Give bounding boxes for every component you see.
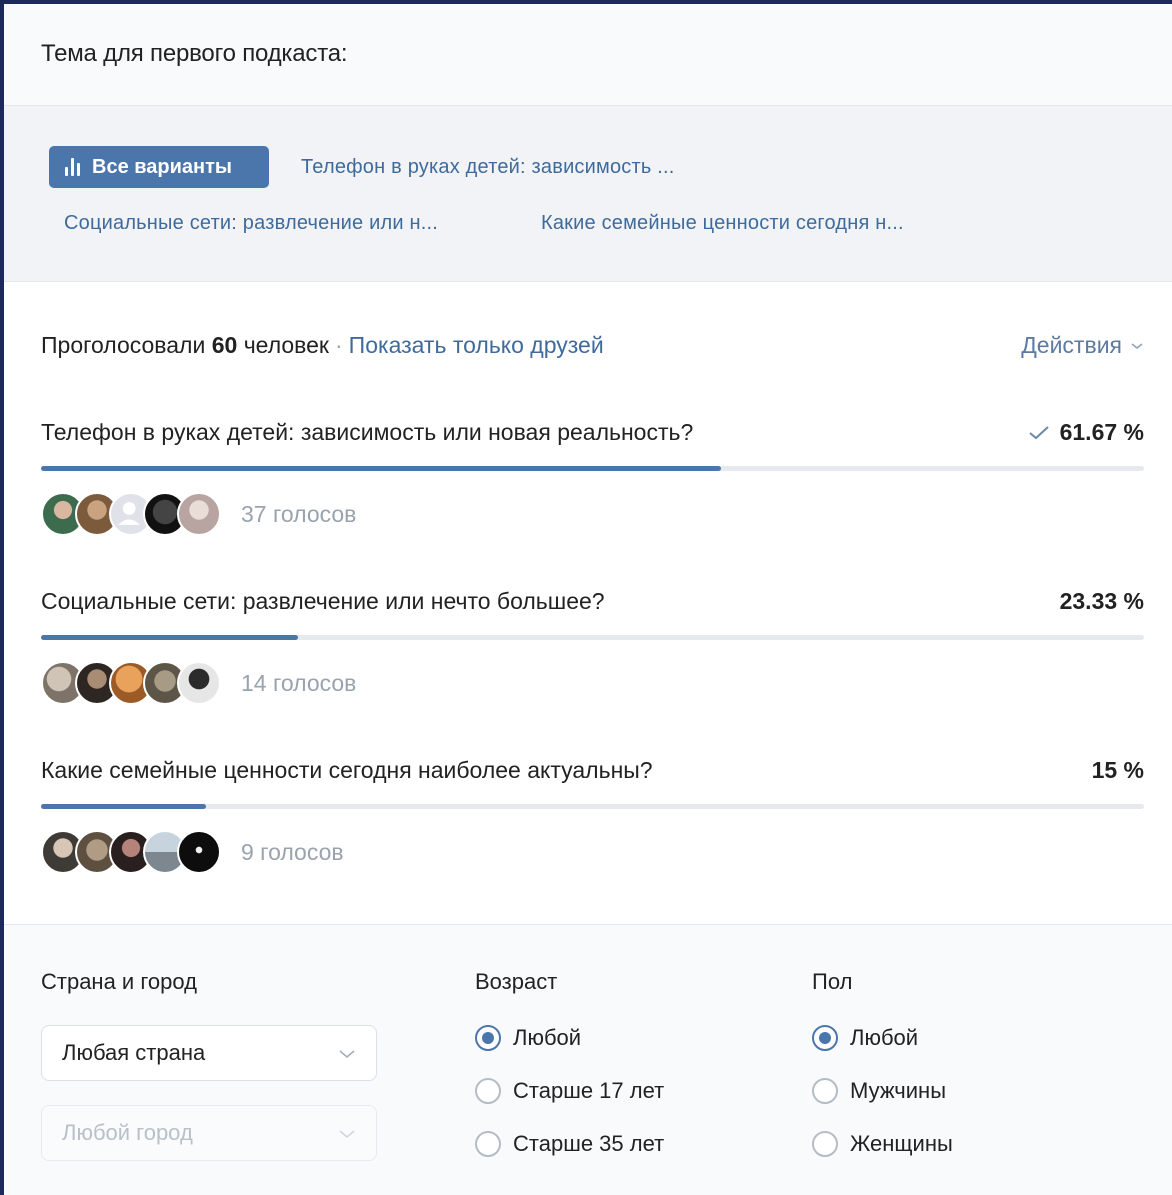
radio-empty-icon — [812, 1078, 838, 1104]
voters-count: 60 — [211, 332, 238, 358]
votes-count[interactable]: 37 голосов — [241, 501, 356, 528]
gender-option-label: Женщины — [850, 1131, 953, 1156]
radio-selected-icon — [812, 1025, 838, 1051]
filters-panel: Страна и город Возраст Пол Любая страна … — [4, 924, 1172, 1195]
summary-prefix: Проголосовали — [41, 332, 206, 358]
avatar[interactable] — [177, 492, 221, 536]
option-label: Какие семейные ценности сегодня наиболее… — [41, 757, 653, 783]
summary-suffix: человек — [243, 332, 329, 358]
option-percent: 23.33 % — [1060, 588, 1144, 615]
progress-track — [41, 466, 1144, 471]
age-radio-17[interactable]: Старше 17 лет — [475, 1078, 664, 1104]
progress-fill — [41, 635, 299, 640]
gender-radio-male[interactable]: Мужчины — [812, 1078, 946, 1104]
progress-fill — [41, 466, 722, 471]
chevron-down-icon — [339, 1050, 355, 1059]
country-select[interactable]: Любая страна — [41, 1025, 377, 1081]
age-option-label: Старше 35 лет — [513, 1131, 665, 1156]
voter-avatars[interactable]: 37 голосов — [41, 492, 356, 536]
age-radio-any[interactable]: Любой — [475, 1025, 581, 1051]
age-option-label: Старше 17 лет — [513, 1078, 665, 1103]
tab-all-options[interactable]: Все варианты — [49, 146, 269, 188]
option-tabs: Все варианты Телефон в руках детей: зави… — [4, 106, 1172, 282]
bar-chart-icon — [65, 158, 80, 176]
location-heading: Страна и город — [41, 969, 197, 994]
option-percent: 61.67 % — [1028, 419, 1144, 446]
poll-card: Тема для первого подкаста: Все варианты … — [0, 0, 1172, 1195]
check-icon — [1028, 425, 1049, 439]
radio-empty-icon — [475, 1078, 501, 1104]
tab-option-1[interactable]: Телефон в руках детей: зависимость ... — [301, 156, 675, 179]
votes-summary: Проголосовали 60 человек · Показать только… — [41, 332, 604, 359]
gender-radio-any[interactable]: Любой — [812, 1025, 918, 1051]
tab-option-2[interactable]: Социальные сети: развлечение или н... — [64, 212, 438, 235]
voter-avatars[interactable]: 14 голосов — [41, 661, 356, 705]
option-percent: 15 % — [1092, 757, 1144, 784]
poll-title: Тема для первого подкаста: — [41, 40, 348, 67]
chevron-down-icon — [339, 1130, 355, 1139]
actions-dropdown[interactable]: Действия — [1021, 332, 1144, 359]
gender-option-label: Мужчины — [850, 1078, 947, 1103]
show-friends-link[interactable]: Показать только друзей — [349, 332, 604, 358]
radio-empty-icon — [475, 1131, 501, 1157]
gender-option-label: Любой — [850, 1025, 919, 1050]
option-percent-value: 23.33 % — [1059, 588, 1144, 614]
tab-option-3[interactable]: Какие семейные ценности сегодня н... — [541, 212, 904, 235]
votes-count[interactable]: 14 голосов — [241, 670, 356, 697]
option-percent-value: 15 % — [1091, 757, 1144, 783]
city-select[interactable]: Любой город — [41, 1105, 377, 1161]
avatar[interactable] — [177, 661, 221, 705]
chevron-down-icon — [1131, 342, 1143, 349]
poll-header: Тема для первого подкаста: — [4, 4, 1172, 106]
votes-count[interactable]: 9 голосов — [241, 839, 344, 866]
city-value: Любой город — [62, 1120, 193, 1145]
separator-dot: · — [335, 332, 343, 358]
age-radio-35[interactable]: Старше 35 лет — [475, 1131, 664, 1157]
age-heading: Возраст — [475, 969, 558, 994]
radio-empty-icon — [812, 1131, 838, 1157]
country-value: Любая страна — [62, 1040, 206, 1065]
gender-heading: Пол — [812, 969, 853, 994]
avatar[interactable] — [177, 830, 221, 874]
progress-track — [41, 804, 1144, 809]
option-percent-value: 61.67 % — [1059, 419, 1144, 445]
radio-selected-icon — [475, 1025, 501, 1051]
option-label: Телефон в руках детей: зависимость или н… — [41, 419, 694, 445]
actions-label: Действия — [1021, 332, 1122, 358]
voter-avatars[interactable]: 9 голосов — [41, 830, 344, 874]
tab-all-label: Все варианты — [92, 155, 232, 178]
progress-track — [41, 635, 1144, 640]
gender-radio-female[interactable]: Женщины — [812, 1131, 953, 1157]
age-option-label: Любой — [513, 1025, 582, 1050]
option-label: Социальные сети: развлечение или нечто б… — [41, 588, 605, 614]
progress-fill — [41, 804, 207, 809]
